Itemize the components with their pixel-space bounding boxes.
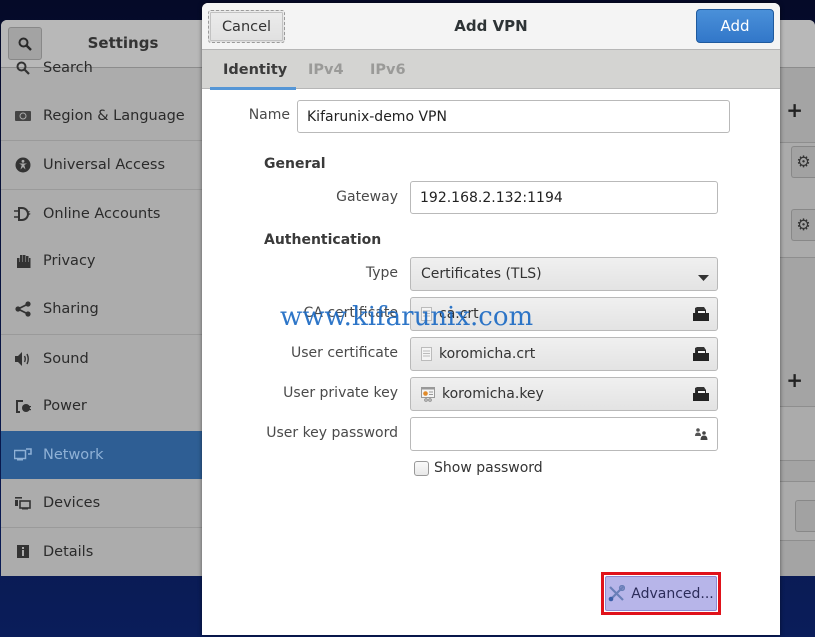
ca-certificate-value: ca.crt	[439, 306, 479, 322]
sidebar-item-label: Region & Language	[43, 108, 185, 124]
sidebar-item-region-language[interactable]: Region & Language	[1, 92, 202, 140]
speaker-icon	[1, 351, 43, 366]
tab-ipv4[interactable]: IPv4	[308, 50, 344, 89]
user-private-key-label: User private key	[283, 385, 398, 401]
sidebar-item-label: Network	[43, 447, 104, 463]
gateway-field[interactable]: 192.168.2.132:1194	[410, 181, 718, 214]
settings-sidebar: Search Region & Language Universal Acces…	[1, 60, 202, 576]
tab-ipv6[interactable]: IPv6	[370, 50, 406, 89]
sidebar-item-sharing[interactable]: Sharing	[1, 285, 202, 333]
folder-open-icon	[693, 346, 709, 365]
ca-certificate-chooser[interactable]: ca.crt	[410, 297, 718, 331]
add-button[interactable]: Add	[696, 9, 774, 43]
user-certificate-chooser[interactable]: koromicha.crt	[410, 337, 718, 371]
info-icon	[1, 545, 43, 558]
sidebar-item-label: Devices	[43, 495, 101, 511]
key-file-icon	[421, 386, 435, 402]
gear-icon[interactable]: ⚙	[791, 209, 815, 241]
sidebar-item-online-accounts[interactable]: s Online Accounts	[1, 189, 202, 237]
sidebar-item-details[interactable]: Details	[1, 527, 202, 575]
sidebar-item-power[interactable]: Power	[1, 382, 202, 430]
dialog-title: Add VPN	[454, 17, 528, 35]
dialog-header: Cancel Add VPN Add	[202, 3, 780, 50]
sidebar-item-network[interactable]: Network	[1, 431, 202, 479]
network-icon	[1, 448, 43, 462]
name-field[interactable]: Kifarunix-demo VPN	[297, 100, 730, 133]
sidebar-item-universal-access[interactable]: Universal Access	[1, 140, 202, 188]
document-icon	[421, 307, 432, 321]
authentication-heading: Authentication	[264, 232, 382, 248]
gear-icon[interactable]: ⚙	[791, 146, 815, 178]
universal-access-icon	[1, 157, 43, 173]
user-key-password-label: User key password	[266, 425, 398, 441]
power-icon	[1, 398, 43, 414]
proxy-settings-button[interactable]	[795, 500, 815, 532]
password-storage-icon[interactable]	[694, 428, 708, 444]
type-dropdown[interactable]: Certificates (TLS)	[410, 257, 718, 291]
chevron-down-icon	[698, 270, 709, 286]
search-icon	[1, 61, 43, 75]
share-icon	[1, 301, 43, 317]
sidebar-item-label: Sharing	[43, 301, 99, 317]
devices-icon	[1, 496, 43, 510]
sidebar-item-label: Privacy	[43, 253, 96, 269]
sidebar-item-label: Online Accounts	[43, 205, 161, 222]
vpn-list	[779, 406, 815, 461]
user-private-key-value: koromicha.key	[442, 386, 544, 402]
user-certificate-value: koromicha.crt	[439, 346, 536, 362]
advanced-button[interactable]: Advanced...	[605, 576, 717, 611]
ca-certificate-label: CA certificate	[303, 305, 398, 321]
online-accounts-icon: s	[1, 206, 43, 221]
privacy-hand-icon	[1, 254, 43, 269]
cancel-button[interactable]: Cancel	[208, 10, 285, 43]
show-password-checkbox[interactable]: Show password	[414, 460, 543, 476]
sidebar-item-label: Power	[43, 398, 87, 414]
advanced-label: Advanced...	[631, 585, 714, 602]
sidebar-item-search[interactable]: Search	[1, 44, 202, 92]
type-value: Certificates (TLS)	[421, 266, 542, 282]
user-certificate-label: User certificate	[290, 345, 398, 361]
sidebar-item-sound[interactable]: Sound	[1, 334, 202, 382]
type-label: Type	[365, 265, 398, 281]
sidebar-item-label: Universal Access	[43, 156, 166, 173]
tools-icon	[608, 585, 626, 602]
sidebar-item-label: Sound	[43, 350, 89, 367]
general-heading: General	[264, 156, 326, 172]
add-connection-button[interactable]: +	[786, 98, 803, 122]
checkbox-box[interactable]	[414, 460, 429, 476]
name-label: Name	[248, 107, 290, 123]
gateway-label: Gateway	[336, 189, 398, 205]
svg-text:s: s	[27, 209, 31, 217]
region-icon	[1, 110, 43, 122]
sidebar-item-label: Details	[43, 543, 94, 560]
sidebar-item-privacy[interactable]: Privacy	[1, 237, 202, 285]
sidebar-item-devices[interactable]: Devices	[1, 479, 202, 527]
show-password-label: Show password	[434, 460, 543, 476]
add-vpn-dialog: Cancel Add VPN Add Identity IPv4 IPv6 Na…	[202, 3, 780, 635]
user-private-key-chooser[interactable]: koromicha.key	[410, 377, 718, 411]
user-key-password-field[interactable]	[410, 417, 718, 451]
tab-identity[interactable]: Identity	[209, 50, 297, 90]
sidebar-item-label: Search	[43, 60, 93, 76]
tab-bar: Identity IPv4 IPv6	[202, 50, 780, 90]
document-icon	[421, 347, 432, 361]
folder-open-icon	[693, 306, 709, 325]
add-vpn-button[interactable]: +	[786, 368, 803, 392]
folder-open-icon	[693, 386, 709, 405]
